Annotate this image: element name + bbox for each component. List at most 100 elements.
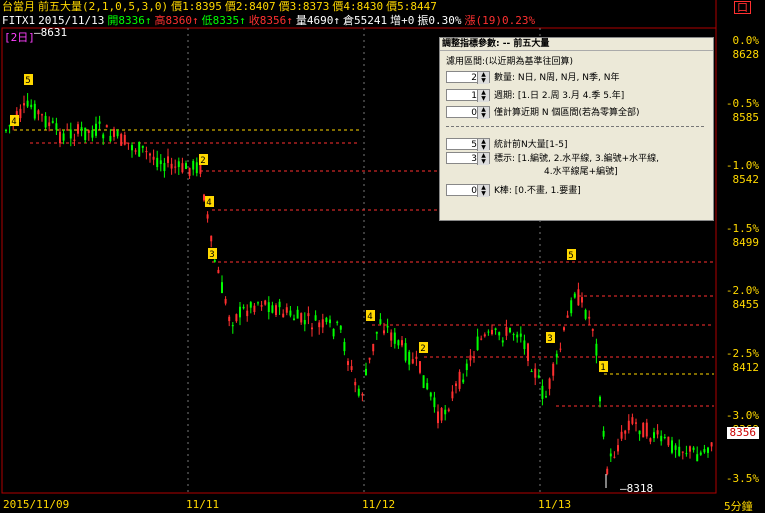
timeframe-label[interactable]: 5分鐘 bbox=[724, 498, 753, 513]
candle-body bbox=[685, 453, 688, 455]
candle-body bbox=[689, 446, 691, 452]
spinner-arrows-icon[interactable]: ▲ ▼ bbox=[477, 139, 489, 151]
candle-body bbox=[671, 440, 673, 453]
spinner-arrows-icon[interactable]: ▲ ▼ bbox=[477, 107, 489, 119]
indicator-field-6: 價5:8447 bbox=[386, 0, 437, 13]
candle-body bbox=[609, 453, 612, 457]
indicator-field-2: 價1:8395 bbox=[171, 0, 222, 13]
candle-body bbox=[429, 392, 432, 397]
indicator-field-1: 前五大量(2,1,0,5,3,0) bbox=[38, 0, 169, 13]
rank-marker: 2 bbox=[200, 156, 205, 166]
candle-body bbox=[447, 409, 450, 411]
candle-body bbox=[37, 110, 40, 115]
candle-body bbox=[275, 305, 277, 315]
trading-chart-window: 5 4 2 4 3 4 2 3 5 1 台當月 前五大量(2,1,0,5,3,0) 價1:8395 價2… bbox=[0, 0, 765, 513]
rank-marker: 4 bbox=[367, 312, 372, 322]
candle-body bbox=[271, 305, 274, 313]
candle-body bbox=[141, 145, 144, 148]
candle-body bbox=[570, 300, 573, 314]
price-label: 8542 bbox=[732, 173, 760, 186]
candle-body bbox=[185, 163, 187, 169]
x-label-3: 11/12 bbox=[362, 498, 396, 511]
candle-body bbox=[491, 329, 493, 335]
candle-body bbox=[246, 310, 249, 317]
candle-body bbox=[123, 134, 126, 145]
candle-body bbox=[336, 321, 339, 323]
candle-body bbox=[354, 381, 357, 386]
window-restore-button[interactable]: 口 bbox=[734, 1, 751, 14]
candle-body bbox=[98, 121, 101, 124]
candle-body bbox=[483, 334, 486, 337]
candle-body bbox=[66, 129, 69, 131]
candle-body bbox=[599, 396, 601, 402]
spinner-arrows-icon[interactable]: ▲ ▼ bbox=[477, 90, 489, 102]
candle-body bbox=[552, 363, 555, 376]
quote-header: FITX1 2015/11/13 開8336↑ 高8360↑ 低8335↑ 收8356↑ 量… bbox=[2, 14, 538, 28]
candle-body bbox=[228, 316, 231, 322]
count-spinner[interactable]: 2 ▲ ▼ bbox=[446, 71, 490, 84]
param-row-topn: 5 ▲ ▼ 統計前N大量[1-5] bbox=[446, 138, 567, 151]
candle-body bbox=[523, 340, 526, 350]
candle-body bbox=[505, 327, 508, 336]
range-spinner[interactable]: 0 ▲ ▼ bbox=[446, 106, 490, 119]
candle-body bbox=[167, 156, 169, 163]
candle-body bbox=[242, 306, 245, 309]
candle-body bbox=[681, 451, 684, 453]
candle-body bbox=[260, 305, 263, 307]
candle-body bbox=[465, 363, 468, 371]
candle-body bbox=[102, 134, 105, 139]
candle-body bbox=[59, 131, 61, 144]
candle-body bbox=[188, 167, 191, 176]
candle-body bbox=[368, 357, 371, 360]
pct-label: -0.5% bbox=[725, 96, 759, 110]
candle-body bbox=[282, 313, 285, 318]
spinner-arrows-icon[interactable]: ▲ ▼ bbox=[477, 72, 489, 84]
spinner-arrows-icon[interactable]: ▲ ▼ bbox=[477, 185, 489, 197]
candle-body bbox=[631, 417, 634, 424]
price-label: 8412 bbox=[732, 360, 760, 374]
candle-body bbox=[120, 134, 123, 146]
candle-body bbox=[84, 127, 87, 141]
quote-field-5: 收8356↑ bbox=[248, 14, 293, 27]
indicator-field-3: 價2:8407 bbox=[224, 0, 276, 13]
kbar-spinner[interactable]: 0 ▲ ▼ bbox=[446, 184, 490, 197]
rank-marker: 1 bbox=[600, 363, 605, 373]
candle-body bbox=[33, 103, 36, 119]
candle-body bbox=[530, 371, 533, 373]
candle-body bbox=[501, 340, 504, 343]
candle-body bbox=[23, 103, 25, 106]
period-spinner[interactable]: 1 ▲ ▼ bbox=[446, 89, 490, 102]
dialog-section-label: 濾用區間:(以近期為基準往回算) bbox=[446, 57, 574, 67]
low-price-mark: —8318 bbox=[620, 482, 654, 495]
candle-body bbox=[156, 157, 159, 168]
candle-body bbox=[44, 115, 47, 128]
candle-body bbox=[512, 334, 515, 336]
candle-body bbox=[541, 385, 544, 399]
topn-spinner[interactable]: 5 ▲ ▼ bbox=[446, 138, 490, 151]
candle-body bbox=[437, 411, 439, 424]
candle-body bbox=[696, 454, 699, 462]
candle-body bbox=[159, 160, 162, 165]
candle-body bbox=[134, 150, 137, 152]
rank-marker: 3 bbox=[547, 334, 552, 344]
candle-body bbox=[192, 161, 195, 170]
indicator-params-dialog[interactable]: 調整指標參數: -- 前五大量 濾用區間:(以近期為基準往回算) 2 ▲ ▼ 數量: … bbox=[439, 37, 714, 221]
mark-spinner[interactable]: 3 ▲ ▼ bbox=[446, 152, 490, 165]
candle-body bbox=[408, 351, 411, 365]
quote-field-7: 倉55241 bbox=[342, 14, 388, 27]
spinner-arrows-icon[interactable]: ▲ ▼ bbox=[477, 153, 489, 165]
candle-body bbox=[181, 163, 184, 173]
candle-body bbox=[440, 408, 443, 421]
candle-body bbox=[314, 315, 317, 321]
candle-body bbox=[62, 133, 65, 141]
candle-body bbox=[145, 150, 148, 153]
candle-body bbox=[210, 235, 213, 242]
candle-body bbox=[361, 393, 364, 396]
dialog-title: 調整指標參數: -- 前五大量 bbox=[440, 38, 713, 51]
indicator-field-4: 價3:8373 bbox=[278, 0, 330, 13]
param-row-mark: 3 ▲ ▼ 標示: [1.編號, 2.水平線, 3.編號+水平線, bbox=[446, 152, 659, 165]
last-price-badge: 8356 bbox=[726, 427, 759, 439]
candle-body bbox=[638, 430, 641, 435]
candle-body bbox=[455, 383, 457, 386]
quote-field-6: 量4690↑ bbox=[295, 14, 340, 27]
